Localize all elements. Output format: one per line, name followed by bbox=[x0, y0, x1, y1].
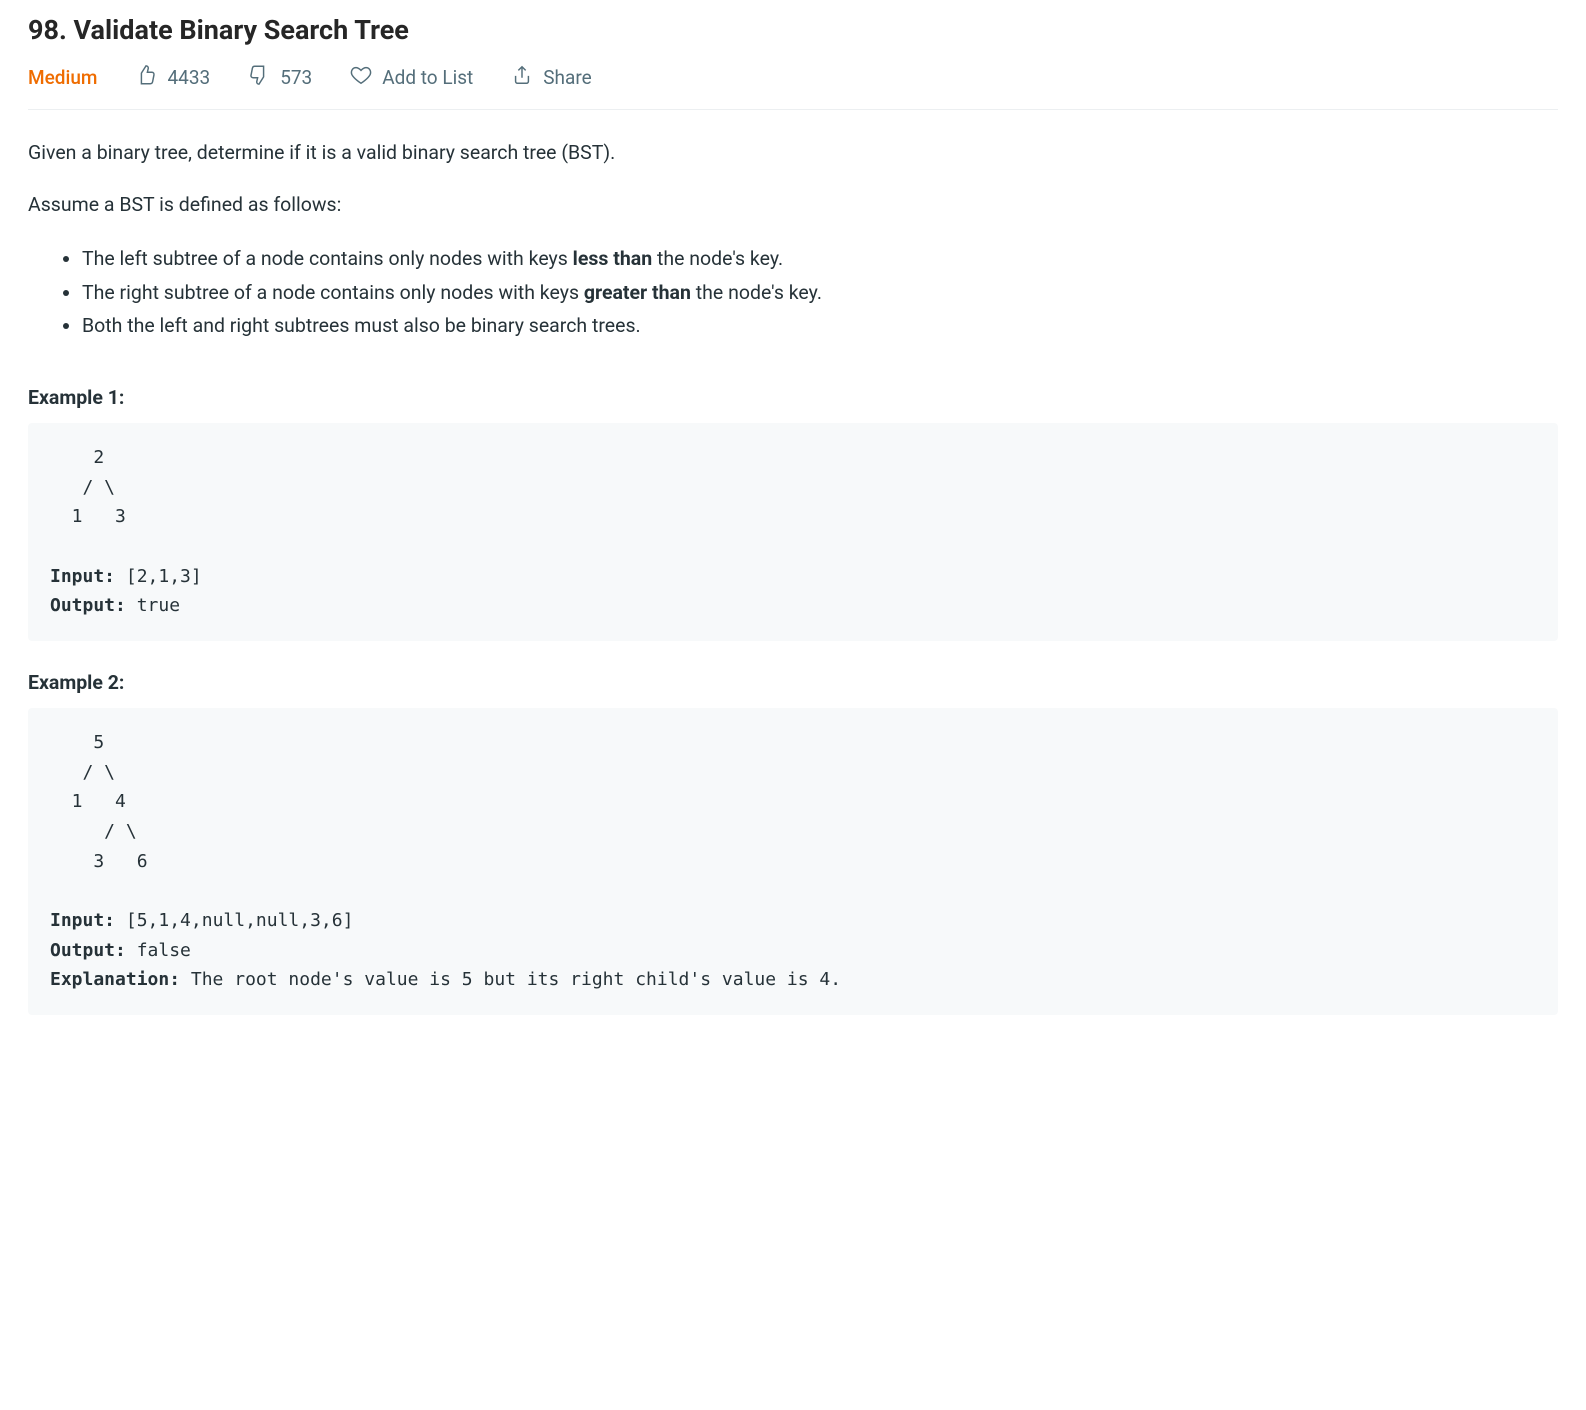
thumbs-down-icon bbox=[248, 64, 270, 91]
dislikes-button[interactable]: 573 bbox=[248, 64, 312, 91]
example-heading: Example 2: bbox=[28, 671, 1558, 694]
dislikes-count: 573 bbox=[280, 66, 312, 89]
list-item: The left subtree of a node contains only… bbox=[82, 242, 1558, 275]
example-code-block: 5 / \ 1 4 / \ 3 6 Input: [5,1,4,null,nul… bbox=[28, 708, 1558, 1015]
share-icon bbox=[511, 64, 533, 91]
intro-paragraph: Given a binary tree, determine if it is … bbox=[28, 138, 1558, 168]
heart-icon bbox=[350, 64, 372, 91]
likes-count: 4433 bbox=[167, 66, 210, 89]
difficulty-badge: Medium bbox=[28, 66, 97, 89]
list-item: The right subtree of a node contains onl… bbox=[82, 276, 1558, 309]
rules-list: The left subtree of a node contains only… bbox=[28, 242, 1558, 341]
assume-paragraph: Assume a BST is defined as follows: bbox=[28, 190, 1558, 220]
problem-title: 98. Validate Binary Search Tree bbox=[28, 14, 1558, 46]
share-button[interactable]: Share bbox=[511, 64, 591, 91]
meta-row: Medium 4433 573 Add to List Share bbox=[28, 64, 1558, 110]
add-to-list-label: Add to List bbox=[382, 66, 473, 89]
thumbs-up-icon bbox=[135, 64, 157, 91]
problem-content: Given a binary tree, determine if it is … bbox=[28, 138, 1558, 1015]
list-item: Both the left and right subtrees must al… bbox=[82, 309, 1558, 342]
likes-button[interactable]: 4433 bbox=[135, 64, 210, 91]
add-to-list-button[interactable]: Add to List bbox=[350, 64, 473, 91]
share-label: Share bbox=[543, 66, 591, 89]
example-heading: Example 1: bbox=[28, 386, 1558, 409]
example-code-block: 2 / \ 1 3 Input: [2,1,3] Output: true bbox=[28, 423, 1558, 641]
